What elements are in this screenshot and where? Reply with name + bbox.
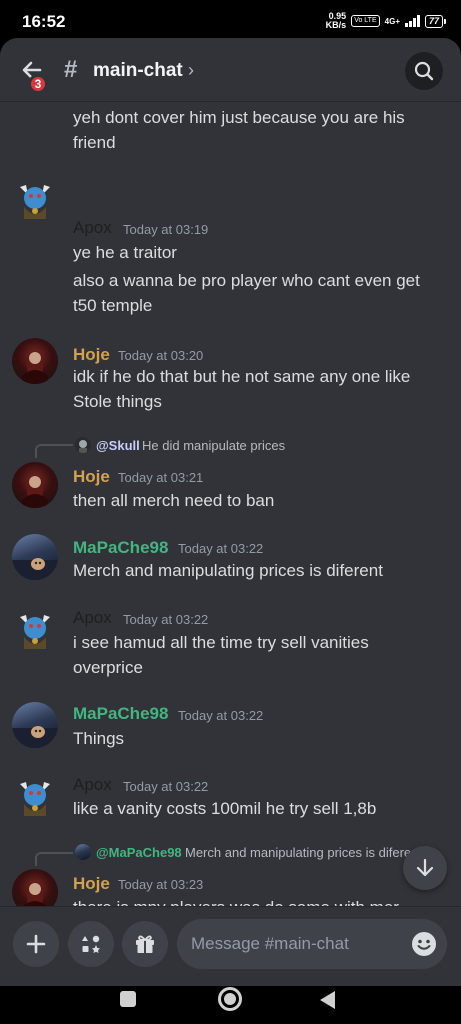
message-author[interactable]: Hoje (73, 345, 110, 365)
message-text: idk if he do that but he not same any on… (73, 367, 411, 386)
discord-app: 3 # main-chat › yeh dont cover him just … (0, 38, 461, 986)
reply-avatar (75, 437, 91, 453)
avatar[interactable] (12, 869, 58, 906)
message-list[interactable]: yeh dont cover him just because you are … (0, 102, 461, 906)
message-input[interactable] (191, 919, 401, 969)
reply-avatar (75, 844, 91, 860)
arrow-down-icon (416, 858, 434, 877)
apps-icon (82, 935, 100, 953)
channel-title[interactable]: main-chat (93, 60, 183, 82)
search-button[interactable] (405, 52, 443, 90)
plus-icon (26, 934, 46, 954)
apox-avatar-image (20, 185, 50, 219)
message-timestamp: Today at 03:19 (123, 222, 209, 237)
message-timestamp: Today at 03:22 (178, 708, 264, 723)
avatar[interactable] (12, 462, 58, 508)
message-text: friend (73, 133, 116, 152)
avatar[interactable] (12, 534, 58, 580)
emoji-button[interactable] (411, 931, 437, 957)
message-text: overprice (73, 658, 143, 677)
message-author[interactable]: Apox (73, 218, 112, 238)
status-time: 16:52 (22, 12, 66, 31)
skull-avatar-image (79, 440, 87, 453)
unread-badge: 3 (28, 74, 48, 94)
message-text: Things (73, 729, 125, 748)
network-speed: 0.95 KB/s (326, 12, 347, 30)
message-text: t50 temple (73, 296, 153, 315)
message-timestamp: Today at 03:22 (123, 779, 209, 794)
apps-button[interactable] (68, 921, 114, 967)
status-indicators: 0.95 KB/s Vo LTE 4G+ 77 (326, 12, 447, 30)
system-back-button[interactable] (320, 991, 335, 1009)
reply-preview-text[interactable]: Merch and manipulating prices is diferen… (185, 845, 422, 860)
message-text: also a wanna be pro player who cant even… (73, 271, 420, 290)
message-timestamp: Today at 03:23 (118, 877, 204, 892)
jump-to-present-button[interactable] (403, 846, 447, 890)
gift-icon (136, 935, 154, 953)
attach-button[interactable] (13, 921, 59, 967)
smiley-icon (412, 932, 436, 956)
battery-icon: 77 (424, 14, 447, 28)
message-timestamp: Today at 03:22 (123, 612, 209, 627)
hoje-avatar-image (22, 475, 48, 508)
message-text: like a vanity costs 100mil he try sell 1… (73, 799, 377, 818)
message-text: i see hamud all the time try sell vaniti… (73, 633, 369, 652)
chevron-right-icon[interactable]: › (188, 60, 194, 81)
recents-button[interactable] (120, 991, 136, 1007)
mapache-avatar-image (12, 726, 58, 748)
channel-header: 3 # main-chat › (0, 38, 461, 102)
message-author[interactable]: Apox (73, 775, 112, 795)
reply-preview-text[interactable]: He did manipulate prices (142, 438, 285, 453)
reply-connector (35, 852, 73, 866)
reply-connector (35, 444, 73, 458)
reply-author[interactable]: @MaPaChe98 (96, 845, 182, 860)
message-author[interactable]: Apox (73, 608, 112, 628)
avatar[interactable] (12, 774, 58, 820)
reply-author[interactable]: @Skull (96, 438, 140, 453)
message-text: Stole things (73, 392, 162, 411)
message-author[interactable]: MaPaChe98 (73, 704, 168, 724)
message-text: then all merch need to ban (73, 491, 275, 510)
avatar[interactable] (12, 607, 58, 653)
status-bar: 16:52 0.95 KB/s Vo LTE 4G+ 77 (0, 0, 461, 42)
system-navigation-bar (0, 986, 461, 1024)
message-input-container[interactable] (177, 919, 447, 969)
home-button[interactable] (218, 987, 242, 1011)
avatar[interactable] (12, 177, 58, 223)
network-type: 4G+ (384, 16, 400, 26)
message-timestamp: Today at 03:20 (118, 348, 204, 363)
message-text: there is mny players was do same with me… (73, 895, 403, 906)
message-composer (0, 906, 461, 986)
apox-avatar-image (20, 782, 50, 816)
search-icon (414, 61, 434, 81)
hash-icon: # (64, 56, 78, 83)
message-timestamp: Today at 03:21 (118, 470, 204, 485)
mapache-avatar-image (12, 558, 58, 580)
message-text: Merch and manipulating prices is diferen… (73, 561, 383, 580)
hoje-avatar-image (22, 351, 48, 384)
message-timestamp: Today at 03:22 (178, 541, 264, 556)
signal-icon (404, 15, 420, 27)
message-text: yeh dont cover him just because you are … (73, 108, 405, 127)
message-author[interactable]: Hoje (73, 874, 110, 894)
avatar[interactable] (12, 338, 58, 384)
hoje-avatar-image (23, 882, 47, 906)
apox-avatar-image (20, 615, 50, 649)
message-author[interactable]: MaPaChe98 (73, 538, 168, 558)
volte-icon: Vo LTE (351, 15, 380, 27)
avatar[interactable] (12, 702, 58, 748)
message-author[interactable]: Hoje (73, 467, 110, 487)
gift-button[interactable] (122, 921, 168, 967)
network-speed-unit: KB/s (325, 20, 347, 30)
message-text: ye he a traitor (73, 243, 177, 262)
